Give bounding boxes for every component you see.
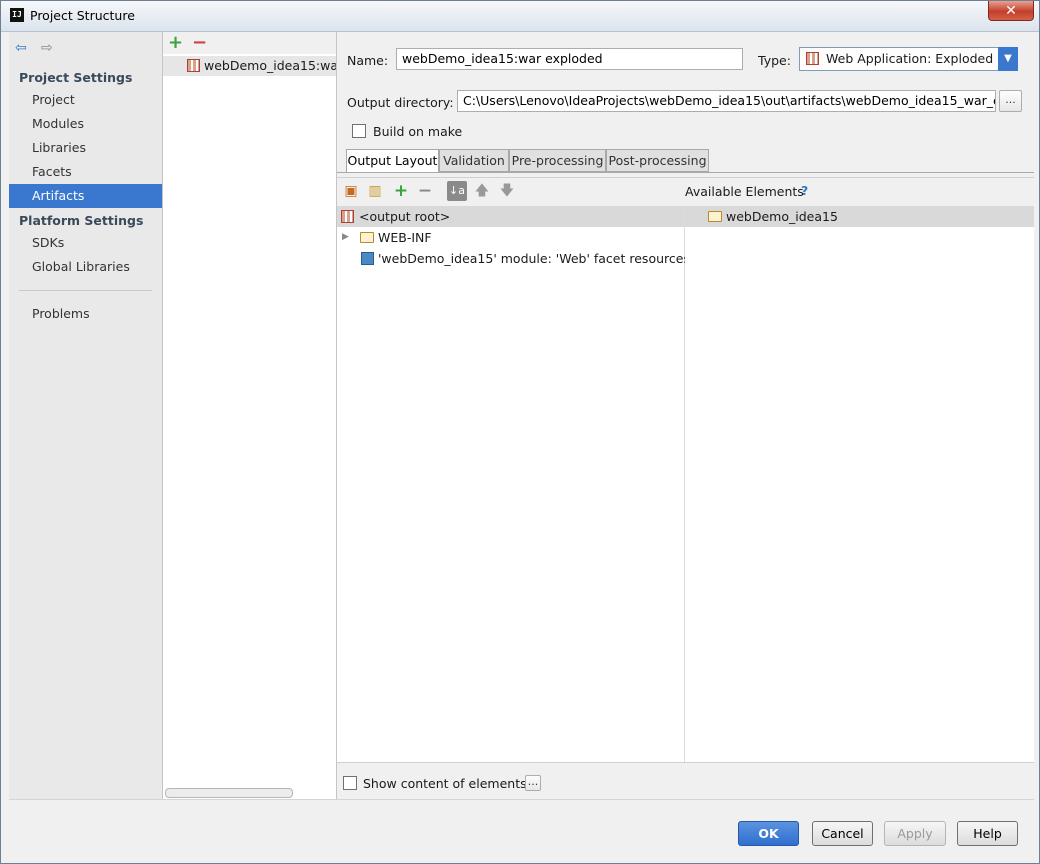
nav-item-modules[interactable]: Modules — [9, 112, 162, 136]
sort-elements-icon[interactable]: ↓a — [447, 181, 467, 201]
help-button[interactable]: Help — [957, 821, 1018, 846]
war-archive-icon — [187, 59, 200, 72]
move-up-icon[interactable]: 🡅 — [474, 183, 490, 199]
available-row-label: webDemo_idea15 — [726, 209, 838, 224]
output-layout-area: ▣ ▥ + − ↓a 🡅 🡇 Available Elements ? <out… — [337, 177, 1034, 763]
title-bar: IJ Project Structure ✕ — [1, 1, 1039, 32]
name-label: Name: — [347, 53, 389, 68]
output-layout-tree: <output root> ▶ WEB-INF 'webDemo_idea15'… — [337, 206, 690, 763]
available-elements-header: Available Elements ? — [684, 178, 1034, 206]
artifact-list-item[interactable]: webDemo_idea15:war exploded — [163, 56, 336, 76]
name-input[interactable]: webDemo_idea15:war exploded — [396, 48, 743, 70]
nav-arrows: ⇦ ⇨ — [15, 40, 59, 56]
tree-row-web-inf[interactable]: ▶ WEB-INF — [337, 227, 684, 248]
show-content-label: Show content of elements — [363, 776, 527, 791]
nav-item-libraries[interactable]: Libraries — [9, 136, 162, 160]
available-elements-label: Available Elements — [685, 184, 804, 199]
artifacts-toolbar: + − — [163, 32, 336, 54]
artifact-item-label: webDemo_idea15:war exploded — [204, 58, 336, 73]
artifacts-list-panel: + − webDemo_idea15:war exploded — [163, 32, 337, 799]
project-structure-dialog: IJ Project Structure ✕ ⇦ ⇨ Project Setti… — [0, 0, 1040, 864]
build-on-make-checkbox[interactable] — [352, 124, 366, 138]
build-on-make-label: Build on make — [373, 124, 463, 139]
nav-item-sdks[interactable]: SDKs — [9, 231, 162, 255]
platform-settings-heading: Platform Settings — [19, 213, 144, 228]
ok-button[interactable]: OK — [738, 821, 799, 846]
module-folder-icon — [708, 211, 722, 222]
available-row-module[interactable]: webDemo_idea15 — [685, 206, 1034, 227]
artifacts-horizontal-scrollbar[interactable] — [165, 788, 293, 798]
web-app-icon — [806, 52, 819, 65]
create-archive-icon[interactable]: ▥ — [367, 183, 383, 199]
show-content-checkbox[interactable] — [343, 776, 357, 790]
move-down-icon[interactable]: 🡇 — [499, 183, 515, 199]
forward-arrow-icon[interactable]: ⇨ — [41, 40, 59, 56]
tab-divider — [337, 172, 1034, 173]
output-directory-input[interactable]: C:\Users\Lenovo\IdeaProjects\webDemo_ide… — [457, 90, 996, 112]
close-button[interactable]: ✕ — [988, 1, 1034, 21]
window-title: Project Structure — [30, 8, 135, 23]
nav-item-project[interactable]: Project — [9, 88, 162, 112]
archive-icon — [341, 210, 354, 223]
tab-output-layout[interactable]: Output Layout — [346, 149, 439, 173]
new-directory-icon[interactable]: ▣ — [343, 183, 359, 199]
back-arrow-icon[interactable]: ⇦ — [15, 40, 33, 56]
module-icon — [361, 252, 374, 265]
tree-row-output-root[interactable]: <output root> — [337, 206, 684, 227]
tab-pre-processing[interactable]: Pre-processing — [509, 149, 606, 172]
tree-row-label: 'webDemo_idea15' module: 'Web' facet res… — [378, 251, 690, 266]
nav-item-artifacts[interactable]: Artifacts — [9, 184, 162, 208]
tree-row-label: <output root> — [359, 209, 451, 224]
nav-item-global-libraries[interactable]: Global Libraries — [9, 255, 162, 279]
add-element-icon[interactable]: + — [393, 183, 409, 200]
remove-artifact-icon[interactable]: − — [192, 33, 207, 53]
browse-button[interactable]: ... — [999, 90, 1022, 112]
settings-navigation: ⇦ ⇨ Project Settings Project Modules Lib… — [9, 32, 163, 799]
intellij-icon: IJ — [10, 8, 24, 22]
apply-button[interactable]: Apply — [884, 821, 946, 846]
show-content-strip: Show content of elements ... — [337, 762, 1034, 800]
dialog-footer: OK Cancel Apply Help — [9, 799, 1034, 860]
dropdown-arrow-icon[interactable]: ▼ — [998, 47, 1018, 71]
add-artifact-icon[interactable]: + — [168, 33, 183, 53]
tab-validation[interactable]: Validation — [439, 149, 509, 172]
nav-item-facets[interactable]: Facets — [9, 160, 162, 184]
remove-element-icon[interactable]: − — [417, 183, 433, 200]
cancel-button[interactable]: Cancel — [812, 821, 873, 846]
tab-post-processing[interactable]: Post-processing — [606, 149, 709, 172]
tree-row-facet-resources[interactable]: 'webDemo_idea15' module: 'Web' facet res… — [337, 248, 690, 269]
available-elements-tree: webDemo_idea15 — [685, 206, 1034, 763]
type-select[interactable]: Web Application: Exploded ▼ — [799, 47, 1018, 71]
nav-item-problems[interactable]: Problems — [9, 302, 162, 326]
project-settings-heading: Project Settings — [19, 70, 133, 85]
tree-row-label: WEB-INF — [378, 230, 432, 245]
layout-toolbar: ▣ ▥ + − ↓a 🡅 🡇 — [337, 178, 684, 206]
expand-arrow-icon[interactable]: ▶ — [342, 227, 349, 248]
help-icon[interactable]: ? — [801, 183, 808, 198]
type-select-value: Web Application: Exploded — [826, 51, 994, 66]
folder-icon — [360, 232, 374, 243]
artifact-settings-panel: Name: webDemo_idea15:war exploded Type: … — [337, 32, 1034, 800]
type-label: Type: — [758, 53, 791, 68]
output-directory-label: Output directory: — [347, 95, 454, 110]
nav-separator — [19, 290, 152, 291]
show-content-options-button[interactable]: ... — [525, 775, 541, 791]
